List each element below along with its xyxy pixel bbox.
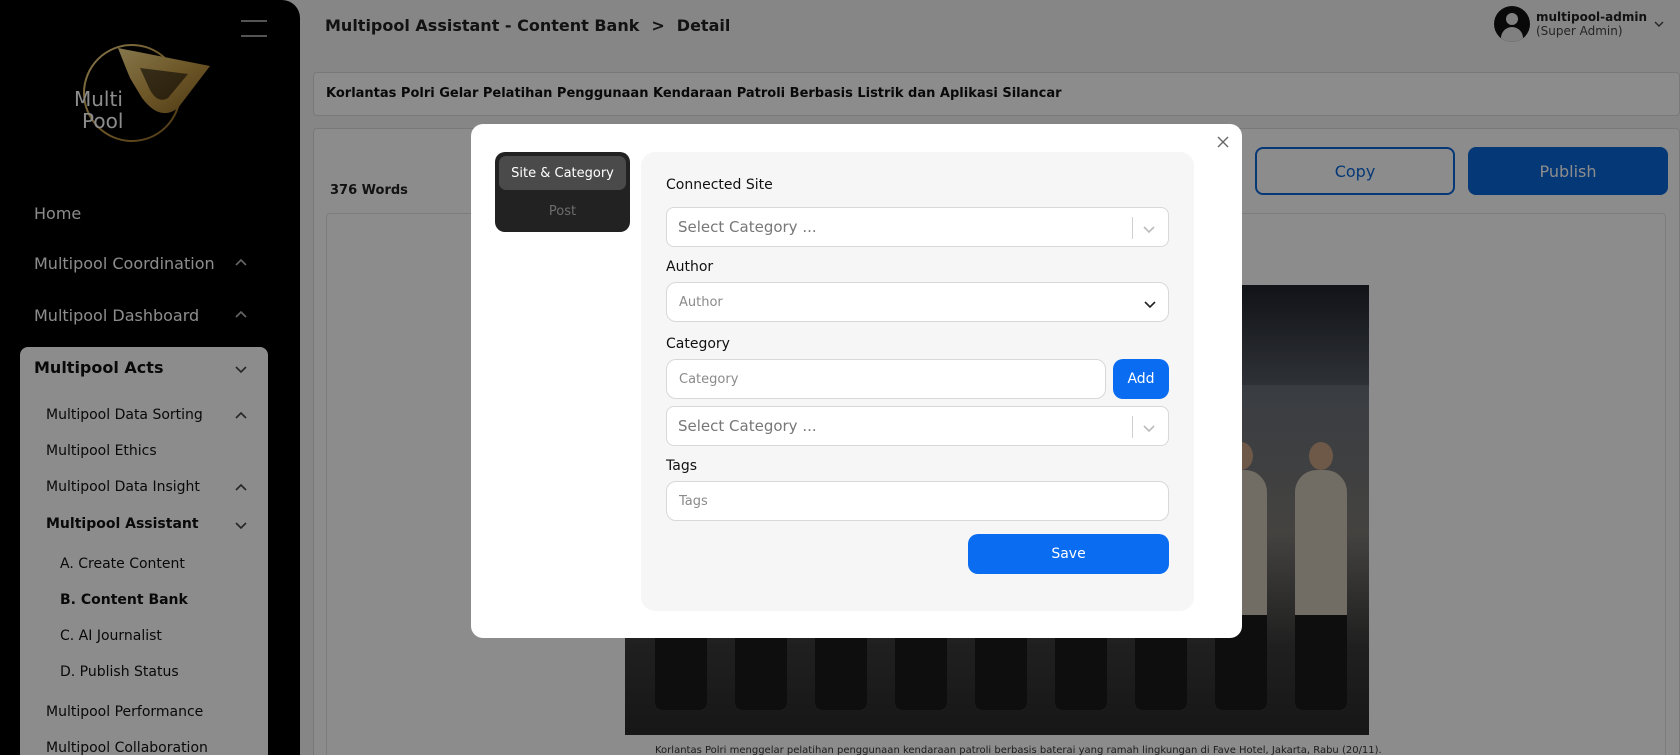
category-select[interactable]: Select Category ...: [666, 406, 1169, 446]
category-input[interactable]: [666, 359, 1106, 399]
publish-settings-modal: Site & Category Post Connected Site Sele…: [471, 124, 1242, 638]
chevron-down-icon[interactable]: [1142, 420, 1156, 434]
connected-site-label: Connected Site: [666, 177, 773, 193]
category-select-placeholder: Select Category ...: [678, 417, 817, 435]
tags-input[interactable]: [666, 481, 1169, 521]
save-button[interactable]: Save: [968, 534, 1169, 574]
connected-site-placeholder: Select Category ...: [678, 218, 817, 236]
category-label: Category: [666, 336, 730, 352]
author-label: Author: [666, 259, 714, 275]
author-placeholder: Author: [679, 295, 723, 310]
modal-tab-list: Site & Category Post: [495, 152, 630, 232]
tab-site-category[interactable]: Site & Category: [499, 156, 626, 190]
author-select[interactable]: Author: [666, 282, 1169, 322]
chevron-down-icon[interactable]: [1143, 296, 1157, 310]
chevron-down-icon[interactable]: [1142, 221, 1156, 235]
add-category-button[interactable]: Add: [1113, 359, 1169, 399]
tags-label: Tags: [666, 458, 697, 474]
close-icon[interactable]: [1215, 134, 1231, 150]
connected-site-select[interactable]: Select Category ...: [666, 207, 1169, 247]
tab-post[interactable]: Post: [499, 194, 626, 228]
site-category-form: Connected Site Select Category ... Autho…: [641, 152, 1194, 611]
